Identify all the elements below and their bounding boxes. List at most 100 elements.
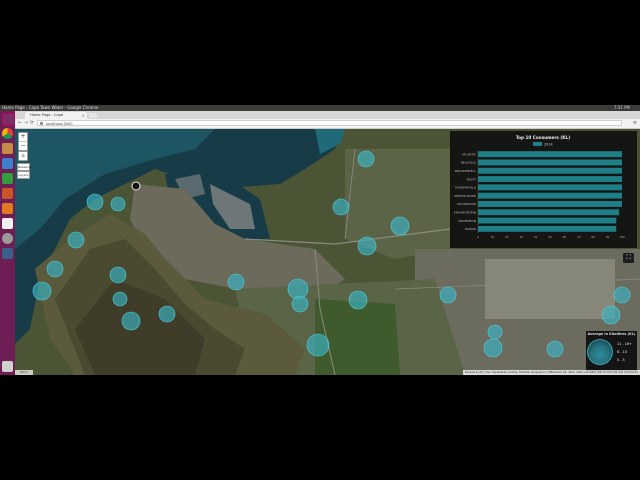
reload-button[interactable]: ⟳ bbox=[29, 120, 35, 126]
consumption-legend: Average in Kilolitres (KL) 11 - 16+ 6 - … bbox=[586, 331, 637, 371]
bar bbox=[478, 217, 617, 224]
workspaces-icon[interactable] bbox=[2, 248, 13, 259]
consumption-bubble bbox=[112, 291, 128, 307]
url-text: localhost:3000 bbox=[46, 122, 73, 126]
category-label: ATLANTIS bbox=[462, 152, 476, 156]
consumption-bubble bbox=[348, 290, 368, 310]
chrome-icon[interactable] bbox=[2, 128, 13, 139]
bar bbox=[478, 184, 622, 191]
category-label: BELLVILLE bbox=[461, 161, 476, 165]
tab-close-icon[interactable]: × bbox=[82, 112, 85, 119]
category-label: MILNERTON bbox=[458, 219, 476, 223]
tab-title: Home Page - Cape bbox=[30, 113, 64, 117]
legend-bubble-icon bbox=[587, 339, 613, 365]
fullscreen-button[interactable]: ⛶ bbox=[623, 253, 634, 263]
consumption-bubble bbox=[357, 236, 377, 256]
consumption-bubble bbox=[601, 305, 621, 325]
bar bbox=[478, 201, 622, 207]
consumption-bubble bbox=[357, 150, 375, 168]
new-tab-button[interactable] bbox=[89, 113, 97, 118]
category-label: KRAAIFONTEIN bbox=[454, 210, 476, 214]
bar bbox=[478, 167, 622, 174]
consumption-bubble bbox=[613, 286, 631, 304]
consumption-bubble bbox=[390, 216, 410, 236]
zoom-out-button[interactable]: − bbox=[19, 142, 27, 150]
ubuntu-launcher bbox=[0, 111, 15, 375]
top-consumers-chart: Top 10 Consumers (KL) 2014 ATLANTIS BELLVIL… bbox=[454, 135, 625, 239]
map-view[interactable]: + − ⌂ Basemap Layers Top 10 Consumers (K… bbox=[15, 129, 640, 375]
x-tick-label: 90 bbox=[606, 235, 610, 239]
legend-row: 11 - 16+ bbox=[617, 342, 632, 346]
consumption-bubble bbox=[332, 198, 350, 216]
category-label: DELFT bbox=[467, 177, 477, 181]
bar bbox=[478, 225, 617, 232]
x-tick-label: 10 bbox=[491, 235, 495, 239]
chart-title: Top 10 Consumers (KL) bbox=[516, 135, 570, 140]
category-label: DURBANVILLE bbox=[455, 186, 476, 190]
tab-strip: Home Page - Cape × bbox=[15, 111, 640, 119]
impress-icon[interactable] bbox=[2, 188, 13, 199]
x-tick-label: 70 bbox=[577, 235, 581, 239]
x-tick-label: 100 bbox=[619, 235, 625, 239]
layers-button[interactable]: Layers bbox=[17, 171, 30, 179]
chrome-menu-icon[interactable]: ≡ bbox=[633, 120, 637, 126]
bar bbox=[478, 209, 620, 216]
consumption-bubble bbox=[158, 305, 176, 323]
dash-icon[interactable] bbox=[2, 113, 15, 126]
bar bbox=[478, 176, 622, 182]
basemap-button[interactable]: Basemap bbox=[17, 163, 32, 171]
files-icon[interactable] bbox=[2, 143, 13, 154]
consumption-bubble bbox=[291, 295, 309, 313]
writer-icon[interactable] bbox=[2, 158, 13, 169]
consumption-bubble bbox=[227, 273, 245, 291]
consumption-bubble bbox=[32, 281, 52, 301]
bar bbox=[478, 151, 622, 158]
zoom-control: + − bbox=[18, 132, 28, 151]
zoom-in-button[interactable]: + bbox=[19, 133, 27, 142]
browser-tab[interactable]: Home Page - Cape × bbox=[25, 112, 87, 119]
category-label: EERSTE RIVER bbox=[455, 194, 476, 198]
consumption-bubble bbox=[46, 260, 64, 278]
x-tick-label: 80 bbox=[591, 235, 595, 239]
x-tick-label: 0 bbox=[477, 235, 479, 239]
x-tick-label: 40 bbox=[534, 235, 538, 239]
consumption-bubble bbox=[121, 311, 141, 331]
amazon-icon[interactable] bbox=[2, 218, 13, 229]
trash-icon[interactable] bbox=[2, 361, 13, 372]
home-button[interactable]: ⌂ bbox=[18, 151, 28, 161]
legend-label: 2014 bbox=[544, 143, 553, 147]
top-consumers-chart-panel: Top 10 Consumers (KL) 2014 ATLANTIS BELLVIL… bbox=[450, 131, 637, 248]
consumption-bubble bbox=[86, 193, 104, 211]
consumption-bubble bbox=[483, 338, 503, 358]
consumption-bubble bbox=[110, 196, 126, 212]
consumption-bubble bbox=[67, 231, 85, 249]
consumption-bubble bbox=[306, 333, 330, 357]
settings-icon[interactable] bbox=[2, 233, 13, 244]
location-marker-icon bbox=[131, 181, 141, 191]
consumption-bubble bbox=[109, 266, 127, 284]
bar bbox=[478, 192, 622, 199]
browser-toolbar: ← → ⟳ localhost:3000 ≡ bbox=[15, 119, 640, 129]
consumption-bubble bbox=[487, 324, 503, 340]
legend-row: 0 - 5 bbox=[617, 358, 625, 362]
software-center-icon[interactable] bbox=[2, 203, 13, 214]
calc-icon[interactable] bbox=[2, 173, 13, 184]
address-bar[interactable]: localhost:3000 bbox=[37, 120, 622, 126]
category-label: BRACKENFELL bbox=[455, 169, 477, 173]
x-tick-label: 50 bbox=[548, 235, 552, 239]
category-label: GOODWOOD bbox=[457, 202, 477, 206]
consumption-bubble bbox=[546, 340, 564, 358]
bar bbox=[478, 159, 622, 166]
x-tick-label: 60 bbox=[563, 235, 567, 239]
page-icon bbox=[40, 122, 43, 125]
desktop-screen: Home Page - Cape Town Water - Google Chr… bbox=[0, 105, 640, 375]
legend-row: 6 - 10 bbox=[617, 350, 627, 354]
legend-title: Average in Kilolitres (KL) bbox=[587, 332, 636, 336]
x-tick-label: 30 bbox=[519, 235, 523, 239]
scale-bar: 500 m bbox=[15, 370, 33, 375]
chrome-window: Home Page - Cape × ← → ⟳ localhost:3000 … bbox=[15, 111, 640, 375]
consumption-bubble bbox=[439, 286, 457, 304]
legend-swatch bbox=[533, 142, 542, 146]
map-attribution[interactable]: Powered by Esri | Esri, DigitalGlobe, Ge… bbox=[462, 370, 640, 375]
category-label: PAROW bbox=[465, 227, 476, 231]
